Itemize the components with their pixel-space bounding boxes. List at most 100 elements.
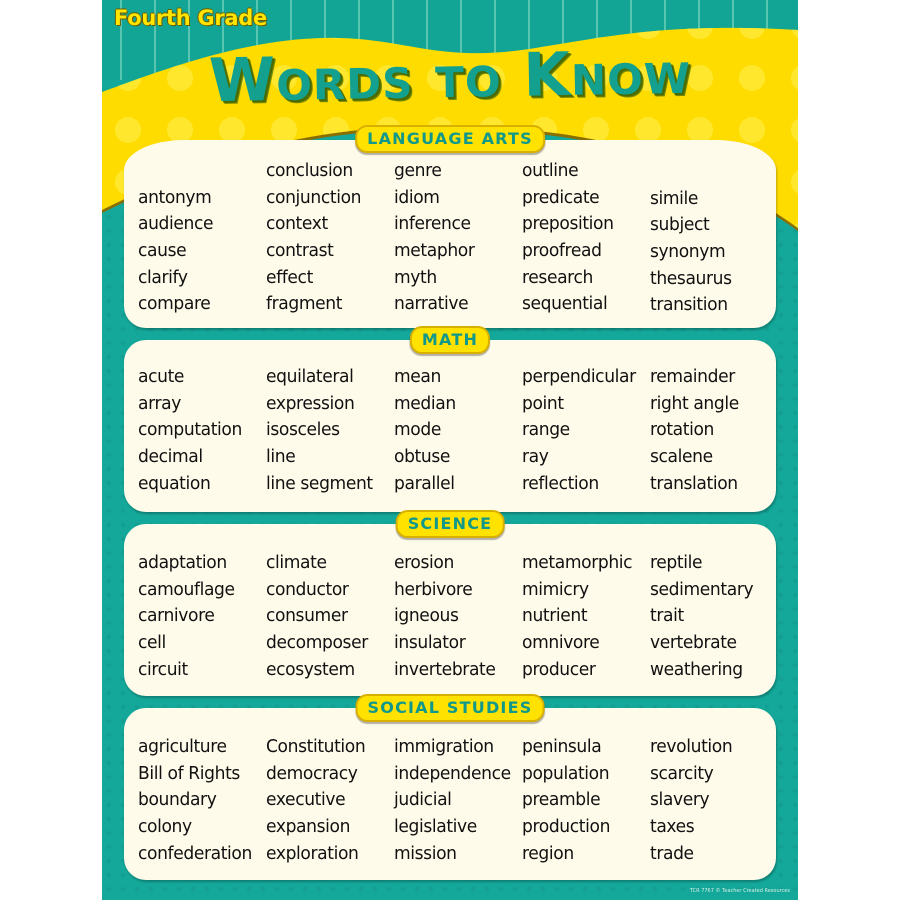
word: mode xyxy=(394,419,441,441)
word: genre xyxy=(394,160,442,181)
word: proofread xyxy=(522,240,602,262)
word: sequential xyxy=(522,293,608,315)
word: igneous xyxy=(394,605,459,627)
word: consumer xyxy=(266,605,348,627)
word: camouflage xyxy=(138,578,235,600)
word: acute xyxy=(138,366,185,387)
section-label: SOCIAL STUDIES xyxy=(355,694,545,722)
word: obtuse xyxy=(394,446,451,468)
word: trait xyxy=(650,605,684,627)
word: mean xyxy=(394,366,441,387)
word: subject xyxy=(650,214,710,236)
grade-heading: Fourth Grade xyxy=(114,6,267,30)
poster: Fourth Grade Words to Know LANGUAGE ARTS… xyxy=(102,0,798,900)
word: research xyxy=(522,266,593,288)
word: climate xyxy=(266,552,327,573)
word-column: immigration independence judicial legislati… xyxy=(394,734,522,867)
word: legislative xyxy=(394,816,477,838)
word: mission xyxy=(394,842,457,864)
word: right angle xyxy=(650,392,739,414)
word: translation xyxy=(650,472,738,494)
word-column: agriculture Bill of Rights boundary colony c… xyxy=(138,734,266,867)
word: mimicry xyxy=(522,578,589,600)
word: inference xyxy=(394,213,471,235)
word: immigration xyxy=(394,736,494,757)
word: judicial xyxy=(394,789,452,811)
word: rotation xyxy=(650,419,715,441)
word: median xyxy=(394,392,456,414)
word: compare xyxy=(138,293,211,315)
word: context xyxy=(266,213,328,235)
word: preposition xyxy=(522,213,614,235)
word: line xyxy=(266,446,296,468)
word: audience xyxy=(138,213,214,235)
word: equation xyxy=(138,472,211,494)
word: thesaurus xyxy=(650,267,732,289)
word-column: climate conductor consumer decomposer ecosys… xyxy=(266,550,394,683)
word: circuit xyxy=(138,658,188,680)
word: antonym xyxy=(138,186,212,208)
word: independence xyxy=(394,762,511,784)
word: reptile xyxy=(650,552,703,573)
word: remainder xyxy=(650,366,735,387)
word: ray xyxy=(522,446,549,468)
word: democracy xyxy=(266,762,358,784)
word: executive xyxy=(266,789,346,811)
word: population xyxy=(522,762,610,784)
word: peninsula xyxy=(522,736,602,757)
word: decomposer xyxy=(266,632,368,654)
word-column: adaptation camouflage carnivore cell circuit xyxy=(138,550,266,683)
copyright-footer: TCR 7767 © Teacher Created Resources xyxy=(689,888,790,894)
word: decimal xyxy=(138,446,203,468)
word: expansion xyxy=(266,816,351,838)
word: invertebrate xyxy=(394,658,496,680)
word: fragment xyxy=(266,293,343,315)
section-label: LANGUAGE ARTS xyxy=(355,125,545,153)
section-science: SCIENCE adaptation camouflage carnivore cel… xyxy=(124,510,776,696)
word: parallel xyxy=(394,472,455,494)
word: conjunction xyxy=(266,186,362,208)
word: exploration xyxy=(266,842,359,864)
word-column: simile subject synonym thesaurus transition xyxy=(650,158,778,319)
word: array xyxy=(138,392,181,414)
word: line segment xyxy=(266,472,373,494)
word: taxes xyxy=(650,816,695,838)
word-column: perpendicular point range ray reflection xyxy=(522,364,650,497)
word: herbivore xyxy=(394,578,473,600)
section-label: MATH xyxy=(409,326,491,354)
word: nutrient xyxy=(522,605,588,627)
word-column: Constitution democracy executive expansion e… xyxy=(266,734,394,867)
word: metaphor xyxy=(394,240,475,262)
word: contrast xyxy=(266,240,334,262)
word: synonym xyxy=(650,241,726,263)
word: agriculture xyxy=(138,736,227,757)
word: omnivore xyxy=(522,632,600,654)
word: expression xyxy=(266,392,355,414)
word-column: remainder right angle rotation scalene trans… xyxy=(650,364,778,497)
word: idiom xyxy=(394,186,440,208)
word-column: conclusion conjunction context contrast effe… xyxy=(266,158,394,319)
word: predicate xyxy=(522,186,600,208)
page-title: Words to Know xyxy=(208,37,692,117)
word-column: peninsula population preamble production reg… xyxy=(522,734,650,867)
word: insulator xyxy=(394,632,466,654)
word: trade xyxy=(650,842,694,864)
word: Constitution xyxy=(266,736,366,757)
word: cell xyxy=(138,632,166,654)
word-column: antonym audience cause clarify compare xyxy=(138,158,266,319)
word-column: mean median mode obtuse parallel xyxy=(394,364,522,497)
word: production xyxy=(522,816,611,838)
word-column: equilateral expression isosceles line line s… xyxy=(266,364,394,497)
word: confederation xyxy=(138,842,252,864)
word: range xyxy=(522,419,570,441)
word: slavery xyxy=(650,789,710,811)
word: scalene xyxy=(650,446,713,468)
word: equilateral xyxy=(266,366,354,387)
word-column: acute array computation decimal equation xyxy=(138,364,266,497)
word: metamorphic xyxy=(522,552,633,573)
word: effect xyxy=(266,266,313,288)
word: carnivore xyxy=(138,605,215,627)
section-social-studies: SOCIAL STUDIES agriculture Bill of Rights… xyxy=(124,694,776,880)
word: conclusion xyxy=(266,160,353,181)
word: producer xyxy=(522,658,596,680)
